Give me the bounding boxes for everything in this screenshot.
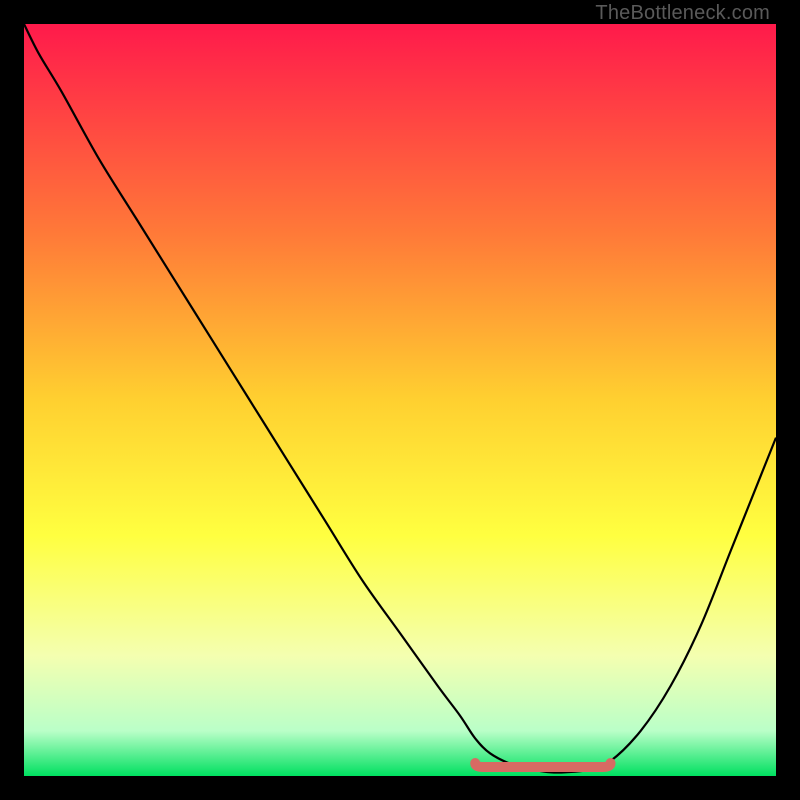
gradient-background <box>24 24 776 776</box>
watermark-text: TheBottleneck.com <box>595 2 770 25</box>
optimal-region-marker <box>475 763 610 767</box>
chart-svg <box>24 24 776 776</box>
chart-frame <box>24 24 776 776</box>
